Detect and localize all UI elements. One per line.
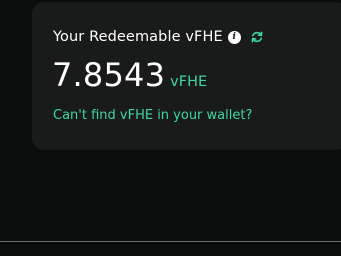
card-header: Your Redeemable vFHE i (53, 27, 264, 47)
divider (0, 241, 341, 242)
page: Your Redeemable vFHE i 7.8543 vFHE Can't… (0, 0, 341, 256)
balance-value: 7.8543 (52, 56, 166, 94)
refresh-icon[interactable] (250, 30, 264, 44)
cant-find-in-wallet-link[interactable]: Can't find vFHE in your wallet? (53, 108, 252, 123)
card-title: Your Redeemable vFHE (53, 29, 223, 45)
balance-display: 7.8543 vFHE (52, 56, 207, 94)
balance-unit: vFHE (170, 74, 208, 90)
info-icon[interactable]: i (227, 30, 241, 44)
